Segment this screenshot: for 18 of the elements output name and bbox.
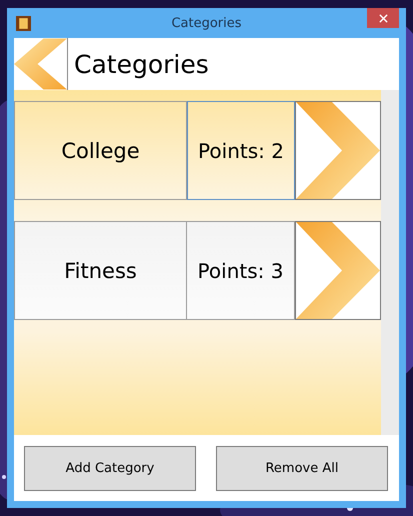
close-icon	[378, 14, 388, 22]
open-button[interactable]	[295, 101, 381, 200]
window-title: Categories	[171, 16, 242, 30]
app-icon	[16, 16, 31, 30]
category-name: Fitness	[14, 221, 187, 320]
forward-arrow-icon	[296, 102, 380, 199]
category-points: Points: 2	[187, 101, 295, 200]
category-row[interactable]: College Points: 2	[14, 101, 381, 200]
forward-arrow-icon	[296, 222, 380, 319]
page-title: Categories	[74, 50, 209, 78]
scrollbar[interactable]	[381, 90, 399, 435]
back-arrow-icon	[14, 38, 67, 90]
remove-all-button[interactable]: Remove All	[216, 446, 388, 490]
open-button[interactable]	[295, 221, 381, 320]
category-row[interactable]: Fitness Points: 3	[14, 221, 381, 320]
close-button[interactable]	[367, 8, 399, 28]
add-category-button[interactable]: Add Category	[24, 446, 196, 490]
category-name: College	[14, 101, 187, 200]
